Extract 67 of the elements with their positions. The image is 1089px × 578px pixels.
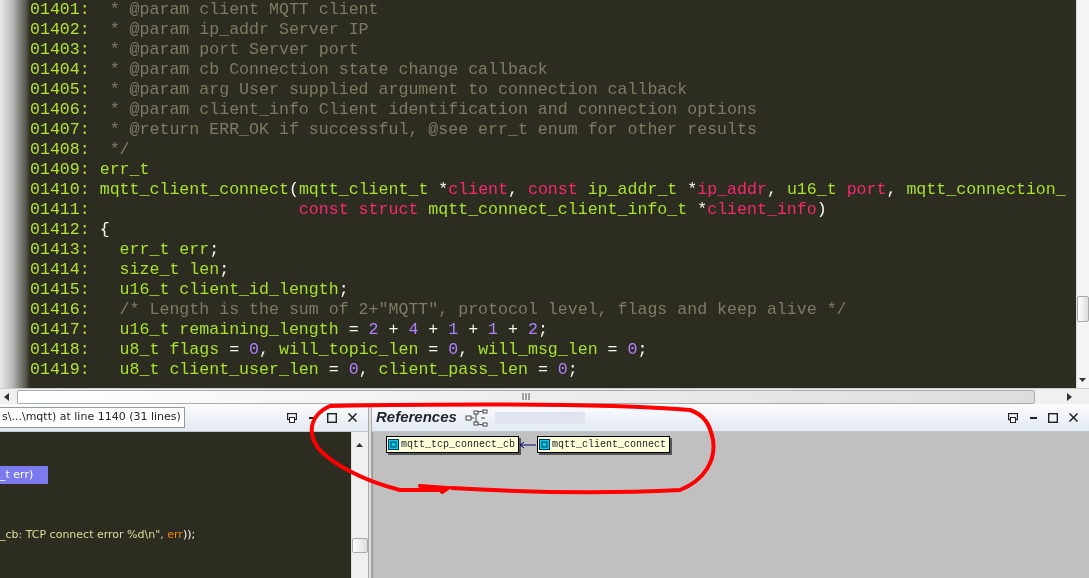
code-line: * @param cb Connection state change callback xyxy=(108,60,548,80)
function-icon xyxy=(539,439,551,450)
code-line: const struct mqtt_connect_client_info_t *client_info) xyxy=(297,200,827,220)
code-line: /* Length is the sum of 2+"MQTT", protocol level, flags and keep alive */ xyxy=(118,300,847,320)
code-line: mqtt_client_connect(mqtt_client_t *client, const ip_addr_t *ip_addr, u16_t port, mqtt_connection_ xyxy=(98,180,1066,200)
restore-icon xyxy=(1008,412,1018,423)
code-line: err_t xyxy=(98,160,150,180)
horizontal-scrollbar[interactable] xyxy=(0,388,1089,404)
function-icon xyxy=(388,439,399,450)
minimize-icon xyxy=(1029,416,1037,419)
reference-node[interactable]: mqtt_tcp_connect_cb xyxy=(386,436,520,453)
code-line: * @param arg User supplied argument to connection callback xyxy=(108,80,688,100)
code-line: * @return ERR_OK if successful, @see err_t enum for other results xyxy=(108,120,757,140)
scroll-down-icon[interactable] xyxy=(1077,376,1088,384)
maximize-button[interactable] xyxy=(1045,410,1061,425)
code-line: u16_t remaining_length = 2 + 4 + 1 + 1 + 2; xyxy=(118,320,548,340)
code-line: size_t len; xyxy=(118,260,230,280)
reference-arrow xyxy=(519,440,538,449)
line-number: 01411: xyxy=(30,200,90,220)
code-line: * @param port Server port xyxy=(108,40,359,60)
line-number: 01403: xyxy=(30,40,90,60)
code-line: u8_t client_user_len = 0, client_pass_len = 0; xyxy=(118,360,578,380)
reference-node[interactable]: mqtt_client_connect xyxy=(537,436,671,453)
code-line: err_t err; xyxy=(118,240,220,260)
tree-icon[interactable] xyxy=(464,408,489,427)
line-number: 01406: xyxy=(30,100,90,120)
line-number: 01402: xyxy=(30,20,90,40)
scrollbar-thumb[interactable] xyxy=(1077,296,1089,322)
line-number: 01414: xyxy=(30,260,90,280)
grip-icon[interactable] xyxy=(522,393,530,400)
line-number: 01416: xyxy=(30,300,90,320)
output-line[interactable]: _cb: TCP connect error %d\n", err)); xyxy=(0,526,351,544)
code-line: u16_t client_id_length; xyxy=(118,280,349,300)
restore-button[interactable] xyxy=(284,410,300,425)
output-tab[interactable]: s\...\mqtt) at line 1140 (31 lines) xyxy=(0,407,185,428)
code-line: u8_t flags = 0, will_topic_len = 0, will_msg_len = 0; xyxy=(118,340,648,360)
maximize-button[interactable] xyxy=(324,410,340,425)
close-icon xyxy=(347,413,357,422)
code-line: * @param ip_addr Server IP xyxy=(108,20,369,40)
line-number: 01410: xyxy=(30,180,90,200)
line-number: 01404: xyxy=(30,60,90,80)
maximize-icon xyxy=(1048,412,1058,423)
code-editor[interactable] xyxy=(30,0,1076,388)
restore-icon xyxy=(287,412,297,423)
panel-title: References xyxy=(376,407,457,428)
line-number: 01408: xyxy=(30,140,90,160)
vertical-scrollbar[interactable] xyxy=(1076,0,1089,388)
code-line: * @param client_info Client identification and connection options xyxy=(108,100,757,120)
maximize-icon xyxy=(327,412,337,423)
scrollbar-thumb[interactable] xyxy=(352,538,368,553)
line-number: 01401: xyxy=(30,0,90,20)
line-number: 01413: xyxy=(30,240,90,260)
close-icon xyxy=(1068,413,1078,422)
line-number: 01415: xyxy=(30,280,90,300)
minimize-icon xyxy=(308,416,316,419)
vertical-scrollbar[interactable] xyxy=(351,432,368,578)
restore-button[interactable] xyxy=(1005,410,1021,425)
line-number: 01412: xyxy=(30,220,90,240)
code-line: * @param client MQTT client xyxy=(108,0,379,20)
code-line: */ xyxy=(108,140,130,160)
line-number: 01405: xyxy=(30,80,90,100)
line-number: 01417: xyxy=(30,320,90,340)
line-number: 01418: xyxy=(30,340,90,360)
line-number: 01409: xyxy=(30,160,90,180)
code-line: { xyxy=(98,220,110,240)
line-number: 01407: xyxy=(30,120,90,140)
line-number: 01419: xyxy=(30,360,90,380)
